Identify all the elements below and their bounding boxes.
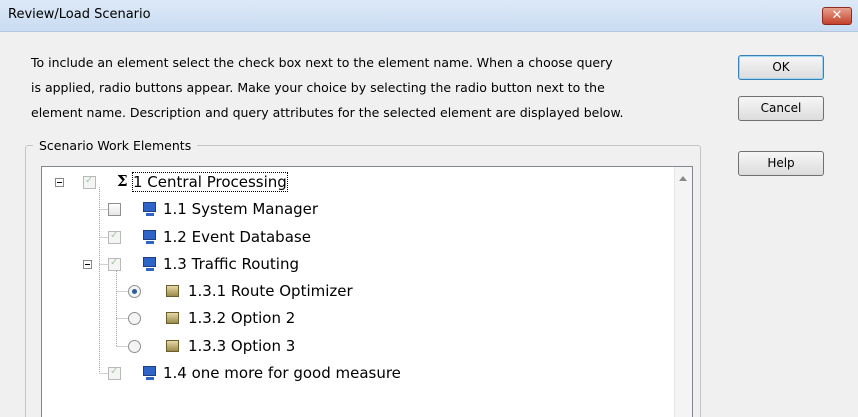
checkbox[interactable] <box>108 366 121 380</box>
collapse-toggle[interactable] <box>55 178 64 187</box>
collapse-toggle[interactable] <box>83 260 92 269</box>
tree-node-label: 1.3 Traffic Routing <box>163 255 299 273</box>
title-bar[interactable]: Review/Load Scenario ✕ <box>0 0 858 32</box>
checkbox[interactable] <box>108 230 121 244</box>
help-button[interactable]: Help <box>738 151 824 176</box>
tree-node-option-2[interactable]: 1.3.2 Option 2 <box>42 308 662 330</box>
package-icon <box>166 285 179 297</box>
tree-node-label: 1.1 System Manager <box>163 200 319 218</box>
instructions-text: To include an element select the check b… <box>31 50 711 125</box>
tree-node-label: 1.4 one more for good measure <box>163 364 401 382</box>
instructions-line: element name. Description and query attr… <box>31 105 624 120</box>
tree-scrollbar[interactable] <box>674 167 692 417</box>
tree-node-event-database[interactable]: 1.2 Event Database <box>42 227 662 249</box>
ok-button[interactable]: OK <box>738 55 824 80</box>
close-icon: ✕ <box>831 8 843 23</box>
window-title: Review/Load Scenario <box>8 7 151 22</box>
checkbox[interactable] <box>108 203 121 216</box>
checkbox[interactable] <box>108 257 121 271</box>
element-tree[interactable]: Σ 1 Central Processing 1.1 System Manage… <box>41 166 693 417</box>
computer-icon <box>142 229 158 245</box>
scroll-up-arrow-icon[interactable] <box>679 176 687 181</box>
checkbox[interactable] <box>83 175 96 189</box>
tree-node-label: 1.2 Event Database <box>163 228 311 246</box>
radio-button[interactable] <box>128 312 141 325</box>
computer-icon <box>142 201 158 217</box>
group-label: Scenario Work Elements <box>33 138 198 153</box>
dialog-window: Review/Load Scenario ✕ To include an ele… <box>0 0 858 417</box>
instructions-line: To include an element select the check b… <box>31 55 613 70</box>
tree-node-label: 1.3.1 Route Optimizer <box>188 282 353 300</box>
computer-icon <box>142 256 158 272</box>
radio-button[interactable] <box>128 340 141 353</box>
instructions-line: is applied, radio buttons appear. Make y… <box>31 80 605 95</box>
tree-node-option-3[interactable]: 1.3.3 Option 3 <box>42 336 662 358</box>
package-icon <box>166 312 179 324</box>
tree-node-label: 1.3.2 Option 2 <box>188 309 296 327</box>
tree-node-label: 1 Central Processing <box>132 172 288 192</box>
tree-node-route-optimizer[interactable]: 1.3.1 Route Optimizer <box>42 281 662 303</box>
tree-node-system-manager[interactable]: 1.1 System Manager <box>42 199 662 221</box>
tree-node-good-measure[interactable]: 1.4 one more for good measure <box>42 363 662 385</box>
tree-node-label: 1.3.3 Option 3 <box>188 337 296 355</box>
computer-icon <box>142 365 158 381</box>
sigma-icon: Σ <box>117 172 128 190</box>
close-button[interactable]: ✕ <box>822 7 852 25</box>
cancel-button[interactable]: Cancel <box>738 96 824 121</box>
package-icon <box>166 340 179 352</box>
tree-node-traffic-routing[interactable]: 1.3 Traffic Routing <box>42 254 662 276</box>
tree-node-central-processing[interactable]: Σ 1 Central Processing <box>42 172 662 194</box>
radio-button[interactable] <box>128 285 141 298</box>
